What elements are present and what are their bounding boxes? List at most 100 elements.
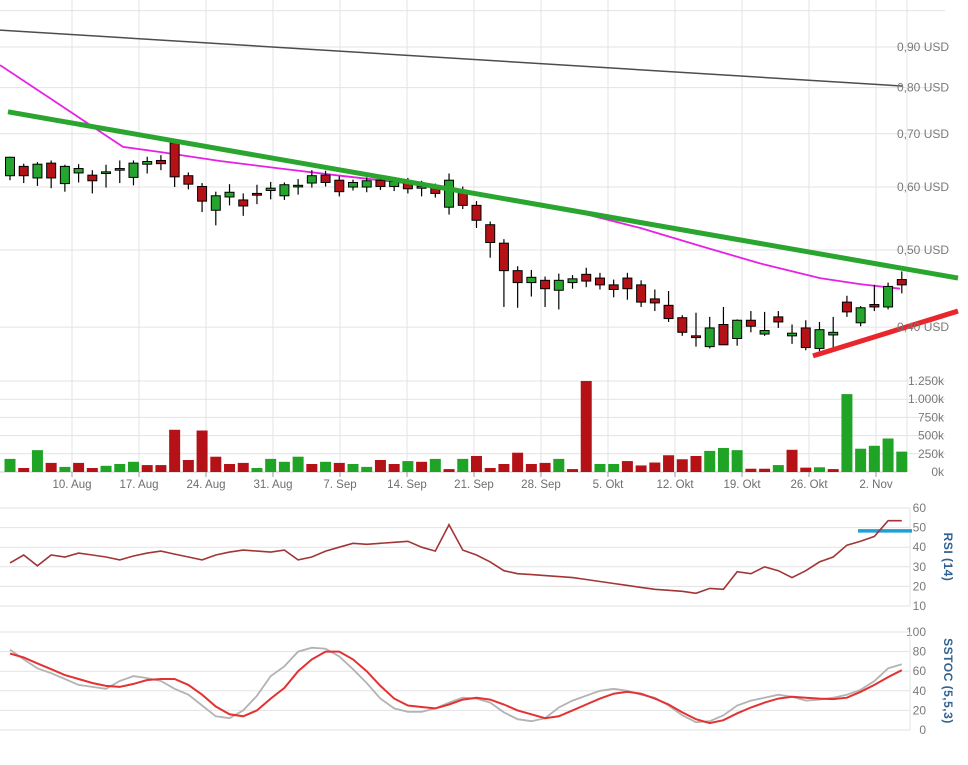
rsi-line	[9, 519, 902, 595]
volume-bar	[484, 467, 496, 472]
volume-bar	[320, 461, 332, 472]
volume-bar	[827, 469, 839, 472]
candle-body	[238, 199, 249, 207]
volume-bar	[18, 467, 30, 472]
volume-axis-label: 750k	[918, 410, 945, 424]
candle-body	[883, 285, 894, 308]
candle-body	[101, 171, 112, 174]
candle-body	[320, 174, 331, 183]
volume-bar	[717, 447, 729, 472]
date-axis-label: 10. Aug	[52, 479, 91, 491]
volume-bar	[621, 461, 633, 472]
volume-axis-label: 1.250k	[908, 374, 945, 388]
rsi-axis-label: 10	[913, 599, 927, 613]
candle-body	[745, 319, 756, 327]
green-resistance-trendline	[7, 109, 959, 281]
price-axis-label: 0,80 USD	[897, 81, 949, 95]
candle-body	[251, 192, 262, 196]
sstoc-panel: 100 80 60 40 20 0	[0, 625, 926, 737]
volume-bar	[663, 455, 675, 472]
stock-analysis-chart: 0,90 USD 0,80 USD 0,70 USD 0,60 USD 0,50 USD…	[0, 0, 968, 765]
sstoc-axis-label: 60	[913, 664, 927, 678]
volume-bar	[855, 448, 867, 472]
volume-bar	[4, 458, 16, 472]
sstoc-axis-label: 80	[913, 645, 927, 659]
candlestick-chart-canvas[interactable]: 0,90 USD 0,80 USD 0,70 USD 0,60 USD 0,50 USD…	[0, 0, 968, 765]
volume-bar	[361, 466, 373, 472]
volume-bar	[114, 463, 126, 472]
volume-bar	[567, 469, 579, 472]
volume-bar	[594, 463, 606, 472]
volume-bar	[169, 429, 181, 472]
candle-body	[869, 304, 880, 308]
candle-body	[855, 307, 866, 324]
volume-bar	[608, 463, 620, 472]
candle-body	[649, 298, 660, 304]
candle-body	[677, 317, 688, 333]
volume-bar	[649, 462, 661, 472]
volume-series	[4, 381, 908, 472]
volume-bar	[251, 467, 263, 472]
date-axis-label: 28. Sep	[521, 479, 561, 491]
volume-bar	[265, 458, 277, 472]
candle-body	[567, 278, 578, 284]
volume-bar	[100, 465, 112, 472]
volume-bar	[292, 456, 304, 472]
candle-body	[169, 142, 180, 178]
sstoc-axis-label: 0	[919, 723, 926, 737]
date-axis-label: 31. Aug	[253, 479, 292, 491]
candle-body	[896, 279, 907, 286]
volume-bar	[155, 465, 167, 472]
candle-body	[142, 161, 153, 165]
date-axis-label: 5. Okt	[593, 479, 624, 491]
candle-body	[361, 180, 372, 188]
date-axis-label: 12. Okt	[656, 479, 694, 491]
sstoc-k-line	[9, 646, 903, 724]
candle-body	[814, 329, 825, 349]
rsi-axis-label: 20	[913, 579, 927, 593]
candle-body	[704, 327, 715, 348]
volume-bar	[635, 465, 647, 472]
rsi-axis-label: 50	[913, 521, 927, 535]
candle-body	[183, 175, 194, 185]
volume-bar	[525, 463, 537, 472]
candle-body	[128, 162, 139, 178]
volume-bar	[347, 463, 359, 472]
volume-bar	[772, 465, 784, 472]
candle-body	[59, 165, 70, 185]
candle-body	[773, 316, 784, 323]
volume-bar	[841, 394, 853, 472]
candle-body	[622, 277, 633, 290]
price-axis-label: 0,60 USD	[897, 180, 949, 194]
date-axis-label: 14. Sep	[387, 479, 427, 491]
volume-bar	[86, 467, 98, 472]
candle-body	[5, 156, 15, 177]
volume-bar	[786, 449, 798, 472]
volume-bar	[306, 463, 318, 472]
candle-body	[636, 284, 647, 303]
volume-bar	[457, 458, 469, 472]
volume-bar	[470, 455, 482, 472]
candle-body	[114, 168, 125, 171]
volume-bar	[402, 461, 414, 472]
candle-body	[375, 179, 386, 187]
candle-body	[540, 279, 551, 290]
candle-body	[732, 319, 743, 339]
volume-bar	[539, 462, 551, 472]
volume-bar	[59, 466, 71, 472]
rsi-panel-title: RSI (14)	[941, 533, 955, 582]
candle-body	[471, 204, 482, 221]
rsi-axis-label: 60	[913, 501, 927, 515]
candle-body	[841, 301, 852, 313]
candle-body	[759, 330, 770, 335]
candle-body	[553, 279, 564, 291]
price-axis-label: 0,70 USD	[897, 127, 949, 141]
volume-bar	[868, 445, 880, 472]
volume-bar	[31, 450, 43, 472]
candle-body	[828, 331, 839, 336]
volume-bar	[759, 468, 771, 472]
volume-bar	[676, 459, 688, 472]
rsi-panel: 60 50 40 30 20 10	[0, 501, 926, 613]
volume-bar	[800, 467, 812, 472]
candle-body	[46, 162, 57, 179]
